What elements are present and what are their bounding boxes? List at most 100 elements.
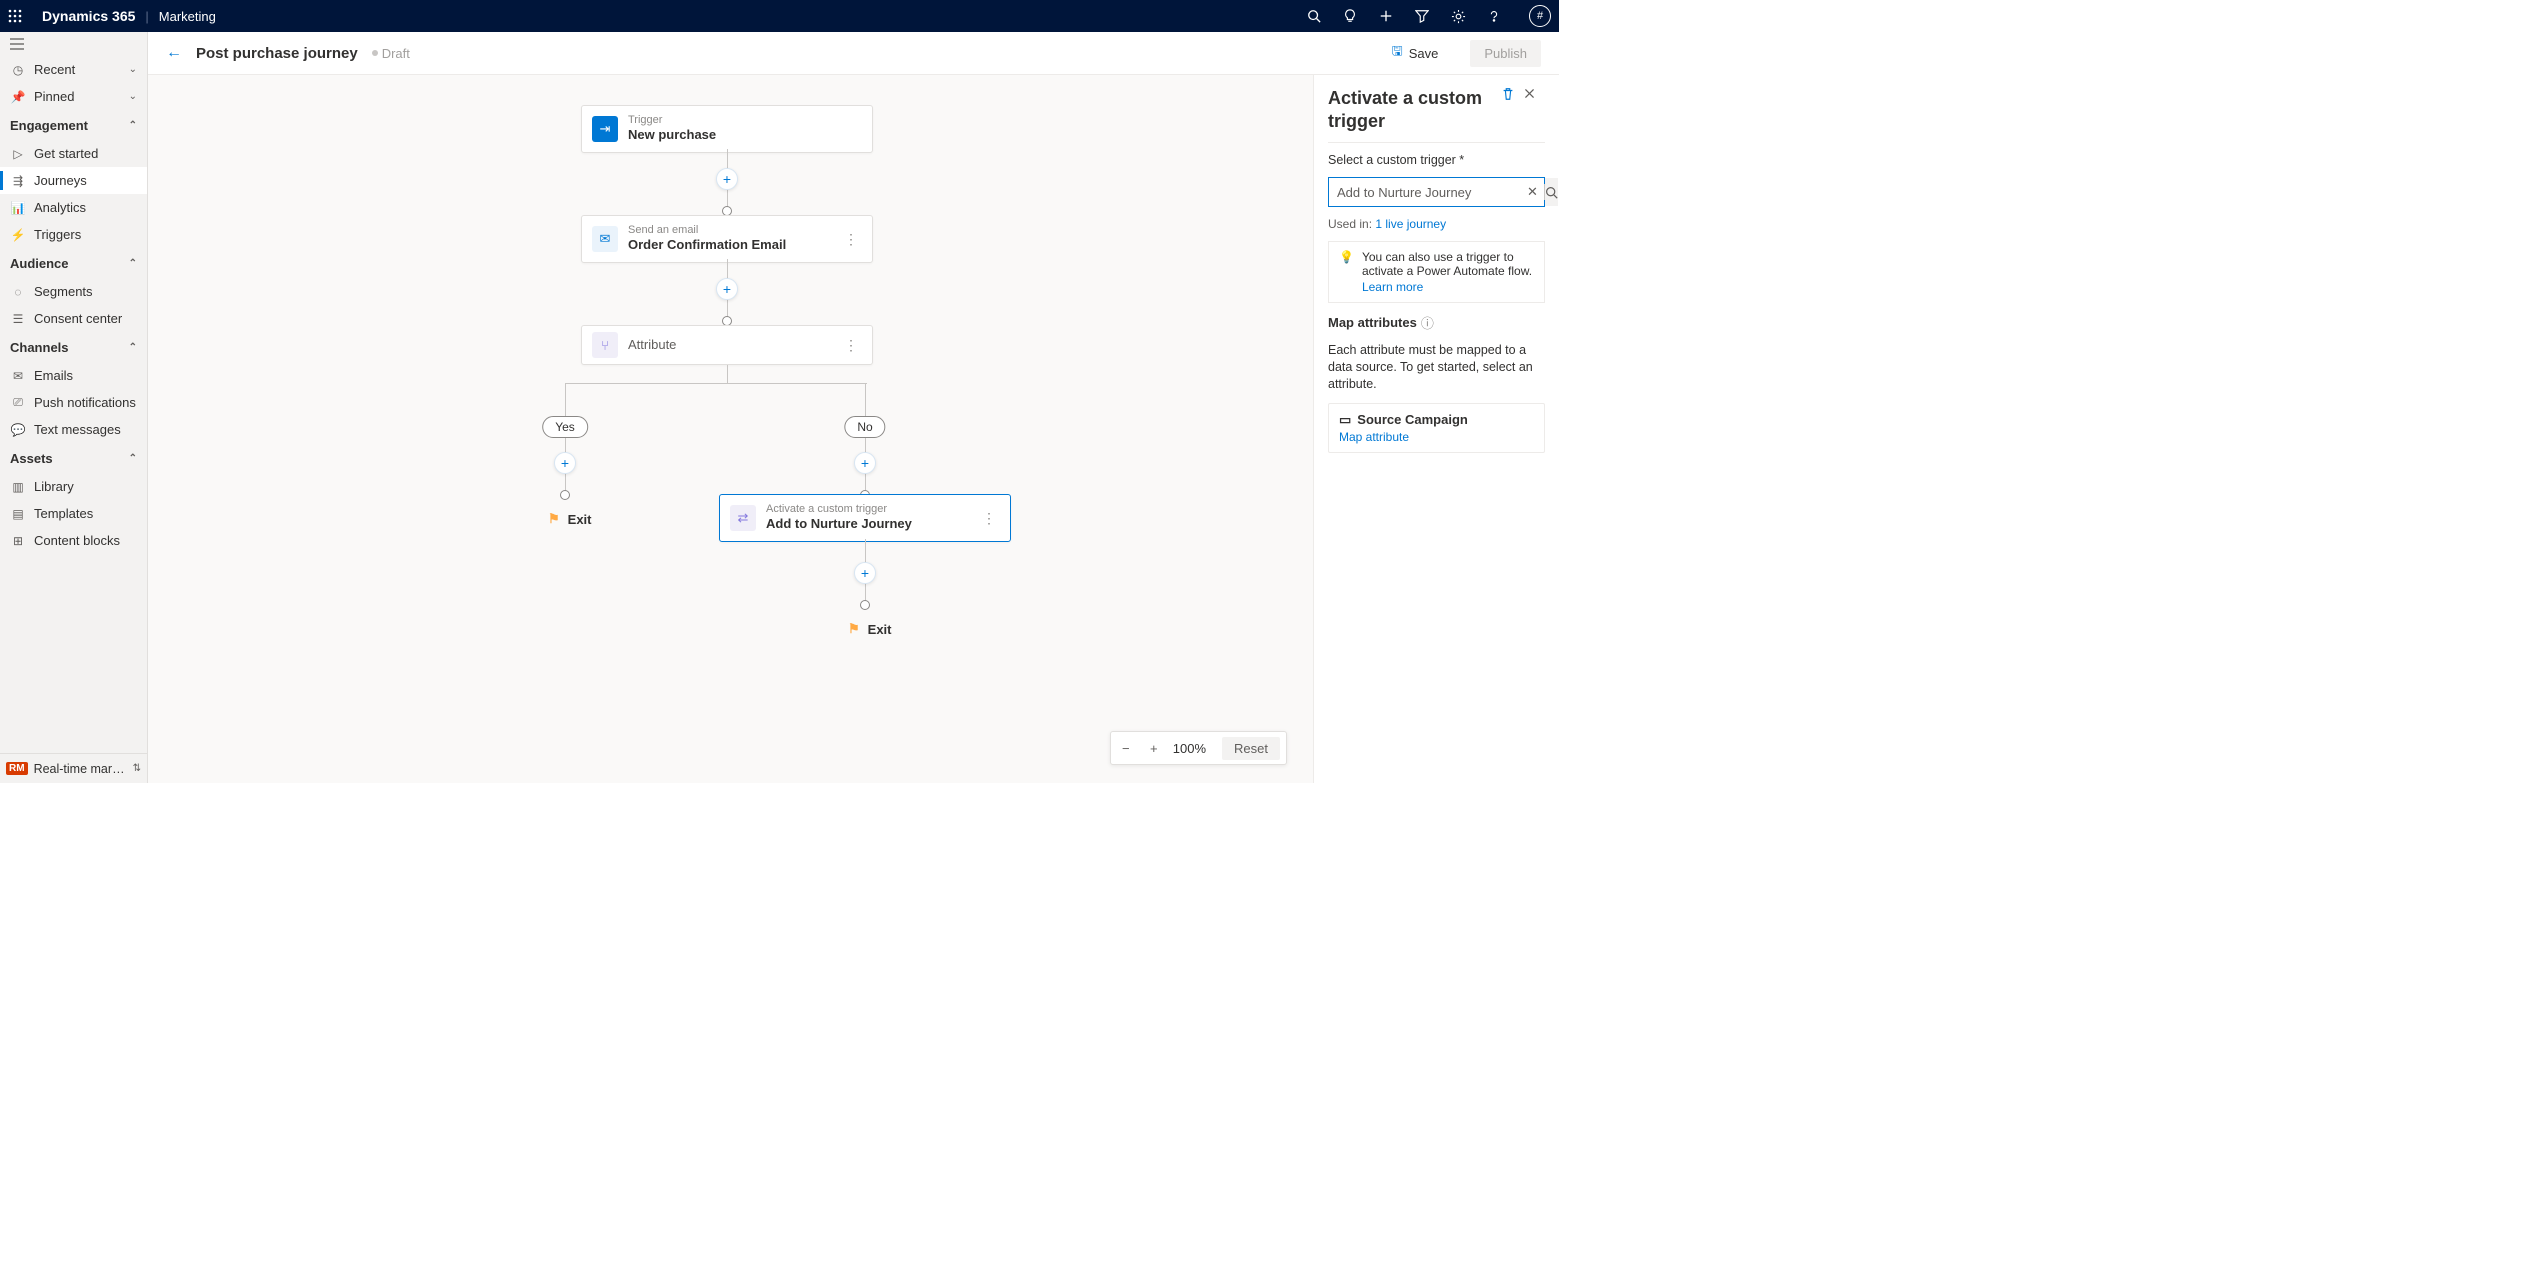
segments-icon: ◌: [10, 285, 26, 299]
trigger-input[interactable]: [1329, 185, 1521, 200]
nav-library[interactable]: ▥ Library: [0, 473, 147, 500]
node-menu[interactable]: ⋮: [978, 510, 1000, 527]
used-in-link[interactable]: 1 live journey: [1375, 217, 1446, 231]
connector: [565, 383, 566, 417]
brand-label: Dynamics 365: [42, 8, 135, 24]
filter-icon[interactable]: [1415, 9, 1451, 23]
nav-recent[interactable]: ◷Recent⌄: [0, 56, 147, 83]
trigger-icon: ⇥: [592, 116, 618, 142]
app-launcher-icon[interactable]: [8, 9, 32, 23]
updown-icon: ⇅: [133, 763, 141, 774]
nav-section-assets[interactable]: Assets⌃: [0, 443, 147, 473]
nav-push[interactable]: ⎚Push notifications: [0, 389, 147, 416]
chevron-up-icon: ⌃: [129, 453, 137, 464]
nav-consent[interactable]: ☰Consent center: [0, 305, 147, 332]
nav-templates[interactable]: ▤Templates: [0, 500, 147, 527]
connector: [865, 383, 866, 417]
nav-sms[interactable]: 💬Text messages: [0, 416, 147, 443]
zoom-in-button[interactable]: +: [1145, 741, 1163, 756]
nav-section-audience[interactable]: Audience⌃: [0, 248, 147, 278]
node-custom-trigger[interactable]: ⇄ Activate a custom trigger Add to Nurtu…: [719, 494, 1011, 542]
branch-label: Yes: [555, 420, 575, 434]
back-button[interactable]: ←: [166, 44, 182, 62]
nav-emails[interactable]: ✉Emails: [0, 362, 147, 389]
chevron-down-icon: ⌄: [129, 91, 137, 102]
nav-footer[interactable]: RM Real-time marketi... ⇅: [0, 753, 147, 783]
footer-badge: RM: [6, 762, 28, 775]
template-icon: ▤: [10, 507, 26, 521]
exit-label: Exit: [568, 512, 592, 527]
nav-get-started[interactable]: ▷Get started: [0, 140, 147, 167]
bolt-icon: ⚡: [10, 228, 26, 242]
branch-no[interactable]: No: [844, 416, 885, 438]
add-node-button[interactable]: +: [716, 168, 738, 190]
info-text: You can also use a trigger to activate a…: [1362, 250, 1532, 278]
node-sup: Activate a custom trigger: [766, 503, 968, 516]
nav-journeys[interactable]: ⇶Journeys: [0, 167, 147, 194]
journey-canvas[interactable]: ⇥ Trigger New purchase + ✉ Send an email…: [148, 75, 1313, 783]
lightbulb-icon[interactable]: [1343, 9, 1379, 23]
nav-section-engagement[interactable]: Engagement⌃: [0, 110, 147, 140]
status-label: Draft: [382, 46, 410, 61]
clear-icon[interactable]: ✕: [1521, 184, 1545, 200]
node-email[interactable]: ✉ Send an email Order Confirmation Email…: [581, 215, 873, 263]
nav-triggers[interactable]: ⚡Triggers: [0, 221, 147, 248]
help-icon[interactable]: [1487, 9, 1523, 23]
nav-label: Library: [34, 479, 74, 494]
nav-pinned[interactable]: 📌Pinned⌄: [0, 83, 147, 110]
exit-node: ⚑Exit: [548, 511, 592, 527]
node-menu[interactable]: ⋮: [840, 337, 862, 354]
trigger-lookup[interactable]: ✕: [1328, 177, 1545, 207]
save-button[interactable]: 🖫Save: [1382, 37, 1449, 69]
exit-node: ⚑Exit: [848, 621, 892, 637]
zoom-reset-button[interactable]: Reset: [1222, 737, 1280, 760]
map-attribute-link[interactable]: Map attribute: [1339, 430, 1534, 444]
nav-label: Analytics: [34, 200, 86, 215]
section-label: Engagement: [10, 118, 88, 133]
divider: [1328, 142, 1545, 143]
branch-yes[interactable]: Yes: [542, 416, 588, 438]
node-trigger[interactable]: ⇥ Trigger New purchase: [581, 105, 873, 153]
close-icon[interactable]: [1523, 87, 1545, 100]
clock-icon: ◷: [10, 63, 26, 77]
user-avatar[interactable]: #: [1529, 5, 1551, 27]
chevron-down-icon: ⌄: [129, 64, 137, 75]
learn-more-link[interactable]: Learn more: [1362, 280, 1534, 294]
journey-icon: ⇶: [10, 174, 26, 188]
nav-segments[interactable]: ◌Segments: [0, 278, 147, 305]
add-node-button[interactable]: +: [854, 452, 876, 474]
nav-section-channels[interactable]: Channels⌃: [0, 332, 147, 362]
node-sup: Send an email: [628, 224, 830, 237]
trigger-icon: ⇄: [730, 505, 756, 531]
attribute-card[interactable]: ▭Source Campaign Map attribute: [1328, 403, 1545, 453]
node-main: New purchase: [628, 127, 862, 144]
add-icon[interactable]: [1379, 9, 1415, 23]
node-menu[interactable]: ⋮: [840, 231, 862, 248]
library-icon: ▥: [10, 480, 26, 494]
nav-label: Get started: [34, 146, 98, 161]
nav-label: Text messages: [34, 422, 121, 437]
search-icon[interactable]: [1307, 9, 1343, 23]
search-icon[interactable]: [1545, 178, 1558, 206]
delete-icon[interactable]: [1501, 87, 1523, 101]
branch-label: No: [857, 420, 872, 434]
blocks-icon: ⊞: [10, 534, 26, 548]
save-label: Save: [1409, 46, 1439, 61]
attribute-name-row: ▭Source Campaign: [1339, 412, 1534, 428]
add-node-button[interactable]: +: [716, 278, 738, 300]
connector: [727, 365, 728, 383]
footer-label: Real-time marketi...: [34, 762, 127, 776]
nav-analytics[interactable]: 📊Analytics: [0, 194, 147, 221]
section-label: Channels: [10, 340, 69, 355]
connector: [565, 383, 867, 384]
nav-collapse-icon[interactable]: [0, 32, 147, 56]
add-node-button[interactable]: +: [854, 562, 876, 584]
gear-icon[interactable]: [1451, 9, 1487, 24]
node-attribute[interactable]: ⑂ Attribute ⋮: [581, 325, 873, 365]
page-header: ← Post purchase journey Draft 🖫Save Publ…: [148, 32, 1559, 75]
add-node-button[interactable]: +: [554, 452, 576, 474]
flag-icon: ⚑: [848, 621, 860, 637]
nav-content-blocks[interactable]: ⊞Content blocks: [0, 527, 147, 554]
info-icon[interactable]: ⓘ: [1421, 313, 1434, 332]
zoom-out-button[interactable]: −: [1117, 741, 1135, 756]
